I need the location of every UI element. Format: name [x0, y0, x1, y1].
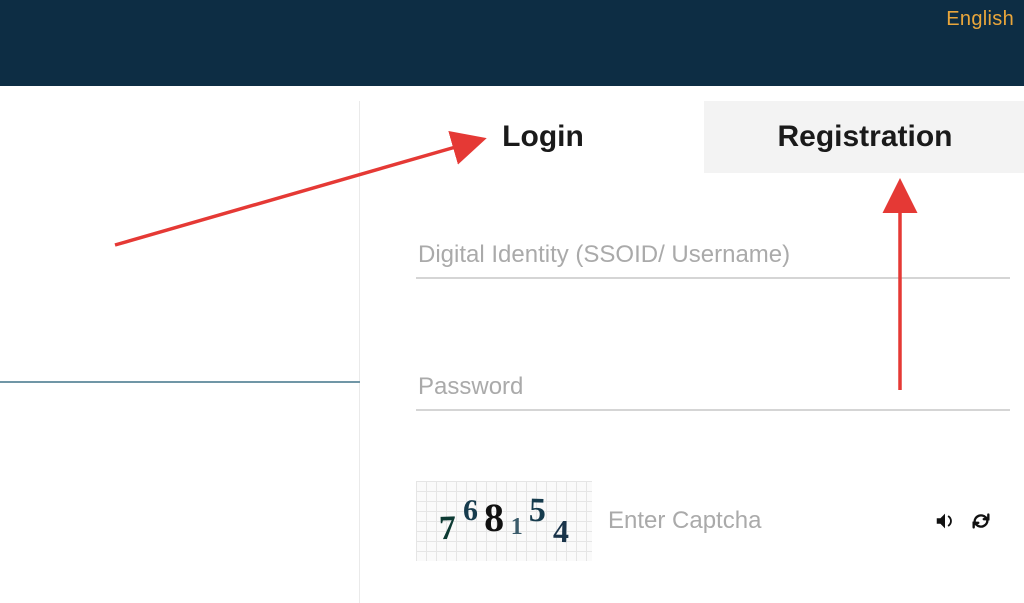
captcha-input[interactable] [606, 499, 920, 543]
left-info-panel [0, 101, 360, 603]
captcha-digit: 1 [511, 514, 523, 541]
captcha-digit: 7 [439, 510, 457, 549]
language-link[interactable]: English [946, 8, 1014, 31]
login-form: 7 6 8 1 5 4 [382, 173, 1024, 561]
auth-tabs: Login Registration [382, 101, 1024, 173]
captcha-digit: 6 [462, 494, 478, 528]
captcha-digit: 8 [484, 493, 505, 540]
auth-panel: Login Registration 7 6 8 1 5 4 [382, 101, 1024, 561]
password-input[interactable] [416, 365, 1010, 411]
captcha-row: 7 6 8 1 5 4 [416, 481, 992, 561]
identity-input[interactable] [416, 233, 1010, 279]
tab-registration[interactable]: Registration [704, 101, 1024, 173]
captcha-refresh-icon[interactable] [970, 508, 992, 534]
captcha-audio-icon[interactable] [934, 508, 956, 534]
top-header-bar: English [0, 0, 1024, 86]
captcha-digit: 4 [552, 512, 569, 549]
left-panel-divider [0, 381, 360, 383]
captcha-image: 7 6 8 1 5 4 [416, 481, 592, 561]
tab-login[interactable]: Login [382, 101, 704, 173]
captcha-digit: 5 [529, 492, 547, 531]
